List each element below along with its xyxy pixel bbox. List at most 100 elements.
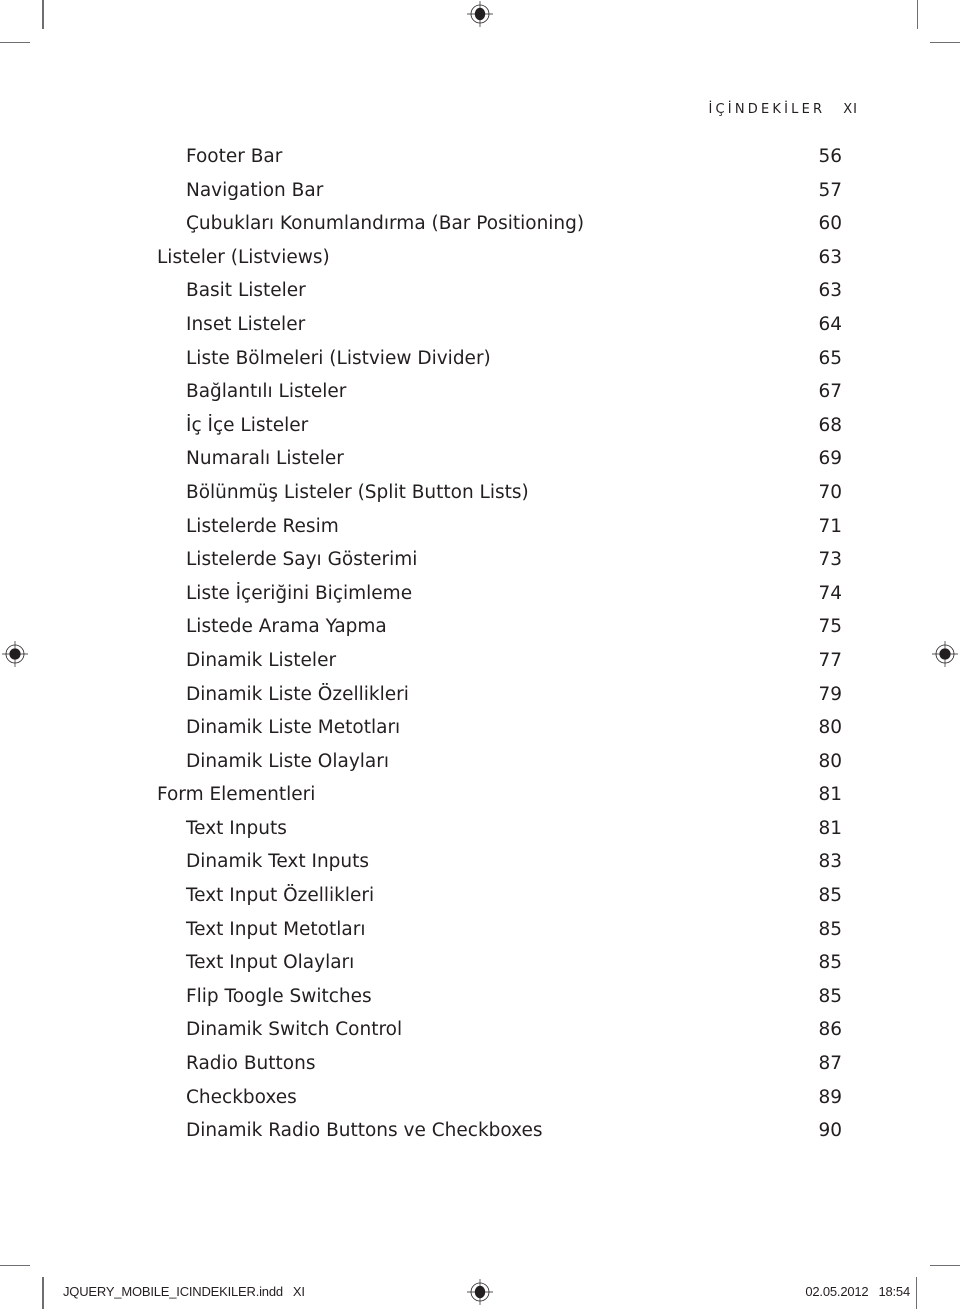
toc-entry-title: Listelerde Resim — [186, 515, 339, 537]
toc-entry-title: Checkboxes — [186, 1086, 297, 1108]
toc-entry-title: Dinamik Text Inputs — [186, 851, 370, 873]
toc-entry-page-number: 68 — [818, 414, 842, 436]
registration-mark-icon — [467, 1, 493, 27]
crop-mark-bottom-right-horizontal — [930, 1264, 960, 1266]
toc-entry[interactable]: Flip Toogle Switches 85 — [0, 980, 960, 1014]
toc-entry[interactable]: Footer Bar 56 — [0, 140, 960, 174]
crop-mark-bottom-right-vertical — [915, 1277, 917, 1309]
toc-entry-title: Çubukları Konumlandırma (Bar Positioning… — [186, 213, 585, 235]
crop-mark-top-left-vertical — [42, 0, 44, 29]
toc-entry-page-number: 81 — [818, 784, 842, 806]
section-title: İÇİNDEKİLER — [708, 102, 826, 117]
toc-entry-title: Flip Toogle Switches — [186, 985, 372, 1007]
slug-file-info: JQUERY_MOBILE_ICINDEKILER.indd XI — [63, 1284, 305, 1299]
toc-entry[interactable]: Text Input Özellikleri 85 — [0, 879, 960, 913]
toc-entry[interactable]: Inset Listeler 64 — [0, 308, 960, 342]
toc-entry-title: Numaralı Listeler — [186, 448, 344, 470]
table-of-contents: Footer Bar 56 Navigation Bar 57 Çubukları Ko… — [0, 140, 960, 1148]
toc-entry-title: Dinamik Liste Özellikleri — [186, 683, 409, 705]
toc-entry[interactable]: Çubukları Konumlandırma (Bar Positioning… — [0, 207, 960, 241]
toc-entry-title: Listelerde Sayı Gösterimi — [186, 549, 418, 571]
slug-time: 18:54 — [878, 1284, 910, 1299]
toc-entry-page-number: 85 — [818, 985, 842, 1007]
toc-entry[interactable]: Numaralı Listeler 69 — [0, 442, 960, 476]
toc-entry-title: Liste Bölmeleri (Listview Divider) — [186, 347, 491, 369]
toc-entry[interactable]: Text Inputs 81 — [0, 812, 960, 846]
toc-entry[interactable]: Listelerde Resim 71 — [0, 510, 960, 544]
toc-entry-page-number: 64 — [818, 313, 842, 335]
running-head: İÇİNDEKİLER XI — [600, 102, 858, 117]
toc-entry[interactable]: Listelerde Sayı Gösterimi 73 — [0, 543, 960, 577]
toc-entry-page-number: 63 — [818, 280, 842, 302]
toc-entry[interactable]: Dinamik Listeler 77 — [0, 644, 960, 678]
toc-entry[interactable]: Dinamik Switch Control 86 — [0, 1013, 960, 1047]
toc-entry-page-number: 75 — [818, 616, 842, 638]
toc-entry-title: Listeler (Listviews) — [157, 246, 330, 268]
toc-entry[interactable]: Text Input Metotları 85 — [0, 913, 960, 947]
toc-section-entry[interactable]: Listeler (Listviews) 63 — [0, 241, 960, 275]
toc-entry-page-number: 74 — [818, 582, 842, 604]
toc-entry-page-number: 73 — [818, 549, 842, 571]
slug-page: XI — [292, 1284, 305, 1299]
toc-entry-page-number: 90 — [818, 1120, 842, 1142]
toc-entry-title: Text Input Olayları — [186, 952, 355, 974]
toc-entry-page-number: 83 — [818, 851, 842, 873]
toc-entry-title: Dinamik Listeler — [186, 649, 337, 671]
toc-entry-page-number: 86 — [818, 1019, 842, 1041]
toc-entry[interactable]: Bağlantılı Listeler 67 — [0, 375, 960, 409]
slug-filename: JQUERY_MOBILE_ICINDEKILER.indd — [63, 1284, 283, 1299]
page-folio: XI — [843, 102, 858, 117]
crop-mark-top-right-vertical — [916, 0, 918, 29]
toc-entry-page-number: 70 — [818, 481, 842, 503]
toc-entry[interactable]: Navigation Bar 57 — [0, 174, 960, 208]
toc-entry-page-number: 63 — [818, 246, 842, 268]
toc-entry-page-number: 85 — [818, 918, 842, 940]
toc-entry[interactable]: Text Input Olayları 85 — [0, 946, 960, 980]
toc-entry-page-number: 85 — [818, 952, 842, 974]
toc-entry-title: Text Input Metotları — [186, 918, 366, 940]
toc-entry-page-number: 80 — [818, 750, 842, 772]
toc-entry-title: Inset Listeler — [186, 313, 306, 335]
toc-entry[interactable]: Liste Bölmeleri (Listview Divider) 65 — [0, 342, 960, 376]
toc-section-entry[interactable]: Form Elementleri 81 — [0, 778, 960, 812]
crop-mark-bottom-left-vertical — [42, 1277, 44, 1309]
slug-timestamp: 02.05.2012 18:54 — [805, 1284, 910, 1299]
toc-entry-page-number: 65 — [818, 347, 842, 369]
toc-entry-title: Text Input Özellikleri — [186, 885, 375, 907]
toc-entry[interactable]: Dinamik Liste Özellikleri 79 — [0, 678, 960, 712]
toc-entry-title: İç İçe Listeler — [186, 414, 309, 436]
toc-entry[interactable]: Listede Arama Yapma 75 — [0, 610, 960, 644]
toc-entry[interactable]: Dinamik Liste Metotları 80 — [0, 711, 960, 745]
toc-entry-title: Basit Listeler — [186, 280, 306, 302]
toc-entry-page-number: 77 — [818, 649, 842, 671]
toc-entry-page-number: 67 — [818, 381, 842, 403]
toc-entry-title: Footer Bar — [186, 146, 283, 167]
toc-entry-page-number: 80 — [818, 717, 842, 739]
toc-entry-title: Dinamik Radio Buttons ve Checkboxes — [186, 1120, 543, 1142]
crop-mark-top-left-horizontal — [0, 41, 30, 43]
toc-entry-page-number: 85 — [818, 885, 842, 907]
toc-entry-title: Listede Arama Yapma — [186, 616, 387, 638]
toc-entry[interactable]: Dinamik Text Inputs 83 — [0, 845, 960, 879]
toc-entry-title: Form Elementleri — [157, 784, 316, 806]
toc-entry-title: Dinamik Switch Control — [186, 1019, 403, 1041]
toc-entry-page-number: 57 — [818, 179, 842, 201]
toc-entry[interactable]: Dinamik Liste Olayları 80 — [0, 745, 960, 779]
toc-entry-title: Radio Buttons — [186, 1053, 316, 1075]
toc-entry-page-number: 56 — [818, 146, 842, 167]
crop-mark-bottom-left-horizontal — [0, 1264, 30, 1266]
toc-entry[interactable]: Basit Listeler 63 — [0, 274, 960, 308]
toc-entry-title: Dinamik Liste Olayları — [186, 750, 390, 772]
toc-entry-title: Navigation Bar — [186, 179, 324, 201]
toc-entry[interactable]: Radio Buttons 87 — [0, 1047, 960, 1081]
toc-entry[interactable]: Checkboxes 89 — [0, 1081, 960, 1115]
slug-date: 02.05.2012 — [805, 1284, 869, 1299]
toc-entry[interactable]: Liste İçeriğini Biçimleme 74 — [0, 577, 960, 611]
toc-entry-page-number: 89 — [818, 1086, 842, 1108]
toc-entry[interactable]: İç İçe Listeler 68 — [0, 409, 960, 443]
toc-entry[interactable]: Dinamik Radio Buttons ve Checkboxes 90 — [0, 1114, 960, 1148]
toc-entry-page-number: 60 — [818, 213, 842, 235]
toc-entry-title: Bağlantılı Listeler — [186, 381, 347, 403]
crop-mark-top-right-horizontal — [930, 41, 960, 43]
toc-entry[interactable]: Bölünmüş Listeler (Split Button Lists) 70 — [0, 476, 960, 510]
